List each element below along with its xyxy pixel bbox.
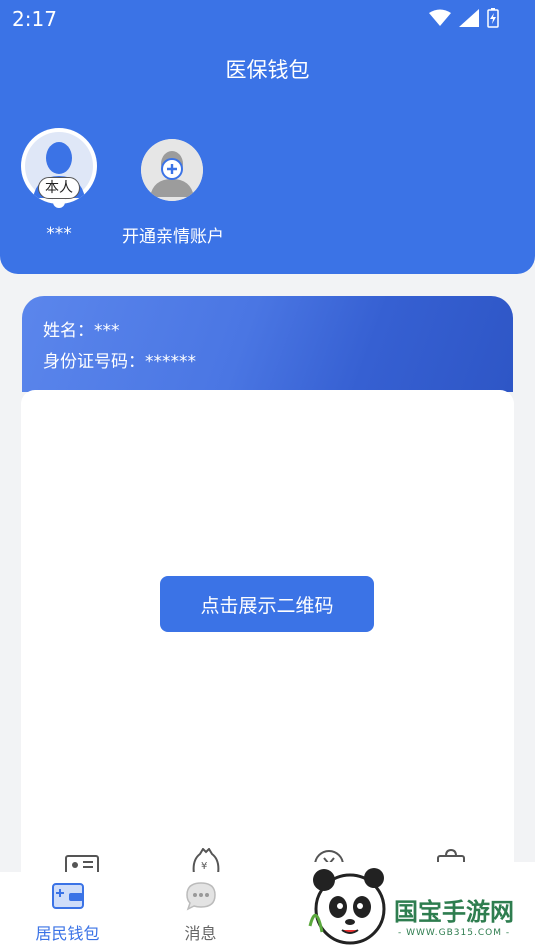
svg-text:¥: ¥ (201, 861, 207, 872)
battery-icon (487, 8, 499, 28)
avatar: 本人 (21, 128, 97, 214)
message-icon (185, 880, 217, 914)
money-bag-icon[interactable]: ¥ (191, 848, 221, 874)
member-self[interactable]: 本人 *** (20, 128, 98, 244)
tab-resident-wallet[interactable]: 居民钱包 (0, 872, 135, 951)
watermark: 国宝手游网 - WWW.GB315.COM - (296, 862, 535, 951)
id-value: ****** (145, 352, 196, 372)
status-time: 2:17 (12, 7, 57, 31)
name-label: 姓名： (43, 321, 94, 341)
self-badge: 本人 (38, 177, 80, 199)
name-value: *** (94, 321, 120, 341)
qr-panel (21, 390, 514, 890)
status-icons (429, 8, 499, 28)
insurance-card: 姓名：*** 身份证号码：****** (22, 296, 513, 392)
member-name: 开通亲情账户 (122, 227, 224, 247)
add-family-avatar-icon (141, 139, 203, 201)
tab-messages[interactable]: 消息 (133, 872, 268, 951)
header: 2:17 医保钱包 本人 *** 开通亲情账户 (0, 0, 535, 274)
tab-label: 居民钱包 (35, 924, 100, 943)
id-row: 身份证号码：****** (43, 347, 196, 372)
watermark-url: - WWW.GB315.COM - (398, 928, 511, 938)
member-name: *** (46, 224, 72, 244)
watermark-text: 国宝手游网 (394, 898, 514, 926)
page-title: 医保钱包 (225, 58, 310, 82)
signal-icon (459, 9, 479, 27)
open-family-account-button[interactable]: 开通亲情账户 (118, 128, 228, 247)
panda-logo-icon (308, 868, 386, 945)
status-bar: 2:17 (0, 0, 535, 36)
wallet-icon (51, 880, 85, 914)
id-card-icon[interactable] (65, 848, 99, 874)
wifi-icon (429, 9, 451, 26)
id-label: 身份证号码： (43, 352, 145, 372)
tab-label: 消息 (184, 924, 217, 943)
name-row: 姓名：*** (43, 316, 120, 341)
avatar (118, 128, 228, 208)
show-qr-code-button[interactable]: 点击展示二维码 (160, 576, 374, 632)
